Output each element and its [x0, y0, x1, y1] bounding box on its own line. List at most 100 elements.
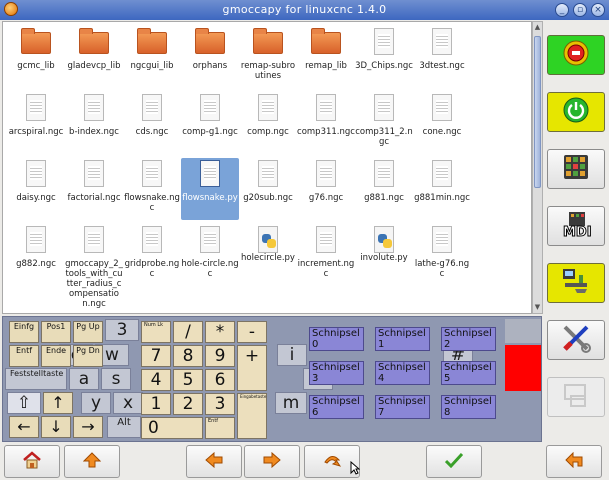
estop-button[interactable] [547, 35, 605, 75]
close-icon[interactable]: × [591, 3, 605, 17]
snippet-button[interactable]: Schnipsel 8 [441, 395, 496, 419]
snippet-button[interactable]: Schnipsel 3 [309, 361, 364, 385]
key-num8[interactable]: 8 [173, 345, 203, 367]
home-dir-button[interactable] [4, 445, 60, 478]
key-numlock[interactable]: Num Lk [141, 321, 171, 343]
key-num6[interactable]: 6 [205, 369, 235, 391]
file-item[interactable]: b-index.ngc [65, 92, 123, 154]
snippet-button[interactable]: Schnipsel 2 [441, 327, 496, 351]
key-num0[interactable]: 0 [141, 417, 203, 439]
arrow-up-key-icon[interactable]: ↑ [43, 392, 73, 414]
user-tabs-button[interactable] [547, 377, 605, 417]
key-einfg[interactable]: Einfg [9, 321, 39, 343]
next-button[interactable] [244, 445, 300, 478]
key-a[interactable]: a [69, 368, 99, 390]
file-item[interactable]: 3dtest.ngc [413, 26, 471, 88]
file-item[interactable]: cds.ngc [123, 92, 181, 154]
file-item[interactable]: lathe-g76.ngc [413, 224, 471, 310]
key-alt[interactable]: Alt [107, 416, 141, 438]
file-item[interactable]: cone.ngc [413, 92, 471, 154]
file-item[interactable]: hole-circle.ngc [181, 224, 239, 310]
select-button[interactable] [426, 445, 482, 478]
snippet-button[interactable]: Schnipsel 4 [375, 361, 430, 385]
key-m[interactable]: m [275, 392, 307, 414]
folder-item[interactable]: ngcgui_lib [123, 26, 181, 88]
folder-item[interactable]: remap-subroutines [239, 26, 297, 88]
file-item[interactable]: 3D_Chips.ngc [355, 26, 413, 88]
key-enter[interactable]: Eingabetaste [237, 393, 267, 439]
file-chooser[interactable]: gcmc_lib gladevcp_lib ngcgui_lib orphans rem… [2, 21, 532, 314]
key-num-del[interactable]: Entf [205, 417, 235, 439]
file-item[interactable]: daisy.ngc [7, 158, 65, 220]
key-entf[interactable]: Entf [9, 345, 39, 367]
key-multiply[interactable]: * [205, 321, 235, 343]
snippet-button[interactable]: Schnipsel 7 [375, 395, 430, 419]
file-item[interactable]: comp311.ngc [297, 92, 355, 154]
key-num1[interactable]: 1 [141, 393, 171, 415]
folder-item[interactable]: gcmc_lib [7, 26, 65, 88]
shift-icon[interactable]: ⇧ [7, 392, 41, 414]
file-item[interactable]: comp.ngc [239, 92, 297, 154]
maximize-icon[interactable]: ▫ [573, 3, 587, 17]
file-item[interactable]: comp-g1.ngc [181, 92, 239, 154]
key-divide[interactable]: / [173, 321, 203, 343]
keyboard-button[interactable] [547, 149, 605, 189]
snippet-button[interactable]: Schnipsel 5 [441, 361, 496, 385]
scroll-up-icon[interactable]: ▲ [533, 22, 542, 33]
key-pgup[interactable]: Pg Up [73, 321, 103, 343]
file-scrollbar[interactable]: ▲ ▼ [532, 21, 543, 314]
scroll-thumb[interactable] [534, 36, 541, 188]
file-item[interactable]: holecircle.py [239, 224, 297, 310]
file-item[interactable]: increment.ngc [297, 224, 355, 310]
folder-item[interactable]: remap_lib [297, 26, 355, 88]
folder-item[interactable]: orphans [181, 26, 239, 88]
key-capslock[interactable]: Feststelltaste [5, 368, 67, 390]
key-num7[interactable]: 7 [141, 345, 171, 367]
arrow-down-key-icon[interactable]: ↓ [41, 416, 71, 438]
file-item[interactable]: g882.ngc [7, 224, 65, 310]
back-button[interactable] [546, 445, 602, 478]
power-button[interactable] [547, 92, 605, 132]
key-num2[interactable]: 2 [173, 393, 203, 415]
minimize-icon[interactable]: _ [555, 3, 569, 17]
key-minus[interactable]: - [237, 321, 267, 343]
key-pos1[interactable]: Pos1 [41, 321, 71, 343]
mdi-button[interactable]: MDI [547, 206, 605, 246]
key-y[interactable]: y [81, 392, 111, 414]
arrow-right-key-icon[interactable]: → [73, 416, 103, 438]
key-3[interactable]: 3 [105, 319, 139, 341]
key-num5[interactable]: 5 [173, 369, 203, 391]
key-num4[interactable]: 4 [141, 369, 171, 391]
snippet-button[interactable]: Schnipsel 0 [309, 327, 364, 351]
file-item[interactable]: g881.ngc [355, 158, 413, 220]
file-item[interactable]: gridprobe.ngc [123, 224, 181, 310]
file-item[interactable]: g20sub.ngc [239, 158, 297, 220]
file-item[interactable]: comp311_2.ngc [355, 92, 413, 154]
file-item[interactable]: g76.ngc [297, 158, 355, 220]
file-item[interactable]: factorial.ngc [65, 158, 123, 220]
file-item[interactable]: flowsnake.py [181, 158, 239, 220]
key-x[interactable]: x [113, 392, 143, 414]
key-s[interactable]: s [101, 368, 131, 390]
key-num3[interactable]: 3 [205, 393, 235, 415]
snippet-button[interactable]: Schnipsel 1 [375, 327, 430, 351]
snippet-button[interactable]: Schnipsel 6 [309, 395, 364, 419]
key-ende[interactable]: Ende [41, 345, 71, 367]
scroll-down-icon[interactable]: ▼ [533, 302, 542, 313]
auto-button[interactable] [547, 263, 605, 303]
window-menu-icon[interactable] [4, 2, 18, 16]
key-plus[interactable]: + [237, 345, 267, 391]
file-item[interactable]: gmoccapy_2_tools_with_cutter_radius_comp… [65, 224, 123, 310]
file-item[interactable]: flowsnake.ngc [123, 158, 181, 220]
key-pgdn[interactable]: Pg Dn [73, 345, 103, 367]
arrow-left-key-icon[interactable]: ← [9, 416, 39, 438]
dir-up-button[interactable] [64, 445, 120, 478]
settings-button[interactable] [547, 320, 605, 360]
key-num9[interactable]: 9 [205, 345, 235, 367]
folder-item[interactable]: gladevcp_lib [65, 26, 123, 88]
file-item[interactable]: involute.py [355, 224, 413, 310]
file-item[interactable]: g881min.ngc [413, 158, 471, 220]
prev-button[interactable] [186, 445, 242, 478]
key-i[interactable]: i [277, 344, 307, 366]
file-item[interactable]: arcspiral.ngc [7, 92, 65, 154]
